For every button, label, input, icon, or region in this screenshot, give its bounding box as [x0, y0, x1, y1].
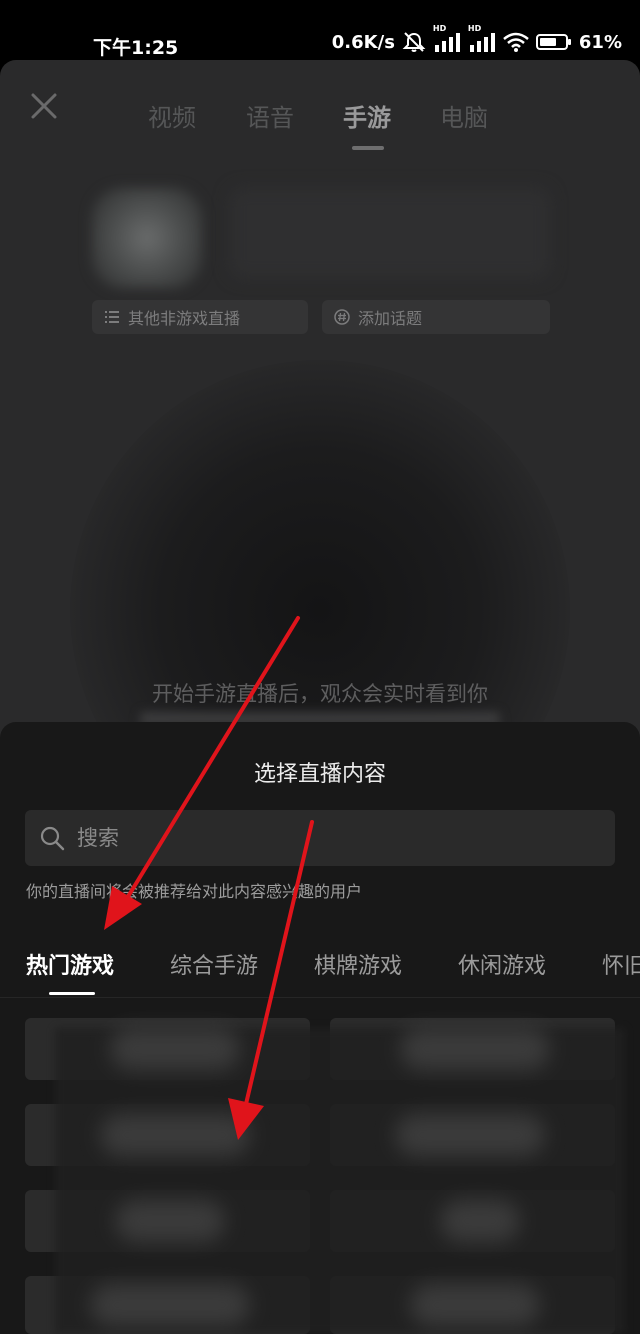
recommendation-note: 你的直播间将会被推荐给对此内容感兴趣的用户: [26, 882, 363, 901]
live-title-field[interactable]: [230, 188, 550, 278]
mute-icon: [402, 32, 426, 52]
topic-chip[interactable]: 添加话题: [322, 300, 550, 334]
tab-pc[interactable]: 电脑: [440, 98, 488, 133]
signal-icon: [469, 33, 495, 52]
cover-thumbnail[interactable]: [92, 188, 202, 288]
blurred-label: [400, 1028, 550, 1070]
blurred-label: [115, 1200, 225, 1242]
live-hint-text: 开始手游直播后，观众会实时看到你: [152, 682, 488, 706]
live-type-tabs: 视频 语音 手游 电脑: [0, 98, 640, 138]
blurred-label: [100, 1114, 250, 1156]
signal-2: HD: [468, 24, 496, 52]
tab-casual[interactable]: 休闲游戏: [458, 948, 546, 980]
search-input[interactable]: [77, 826, 577, 850]
tab-active-indicator: [352, 146, 384, 150]
network-speed: 0.6K/s: [331, 31, 395, 53]
signal-icon: [434, 33, 460, 52]
blurred-label: [395, 1114, 545, 1156]
topic-chip-label: 添加话题: [358, 309, 423, 328]
tab-voice[interactable]: 语音: [246, 98, 294, 133]
battery-icon: [535, 34, 571, 50]
blurred-label: [440, 1200, 520, 1242]
category-active-indicator: [49, 992, 95, 995]
tab-video[interactable]: 视频: [148, 98, 196, 133]
battery-level: 61%: [578, 31, 622, 53]
category-tabs: 热门游戏 综合手游 棋牌游戏 休闲游戏 怀旧: [0, 948, 640, 998]
tab-hot-games[interactable]: 热门游戏: [26, 948, 114, 980]
status-time: 下午1:25: [93, 37, 179, 59]
blurred-label: [90, 1284, 250, 1326]
search-icon: [40, 826, 65, 851]
hashtag-icon: [334, 309, 350, 325]
hd-badge-2: HD: [467, 24, 482, 33]
tab-board-card[interactable]: 棋牌游戏: [314, 948, 402, 980]
search-bar[interactable]: [25, 810, 615, 866]
sheet-title: 选择直播内容: [253, 762, 386, 787]
blurred-label: [110, 1028, 240, 1070]
tab-general-mobile[interactable]: 综合手游: [170, 948, 258, 980]
category-chip[interactable]: 其他非游戏直播: [92, 300, 308, 334]
hd-badge-1: HD: [432, 24, 447, 33]
status-bar: 下午1:25 0.6K/s HD HD 61%: [0, 0, 640, 60]
status-icons: 0.6K/s HD HD 61%: [331, 24, 622, 53]
tab-retro[interactable]: 怀旧: [602, 948, 640, 980]
signal-1: HD: [433, 24, 461, 52]
category-chip-label: 其他非游戏直播: [128, 309, 241, 328]
tab-mobile-game[interactable]: 手游: [343, 98, 391, 133]
list-icon: [105, 311, 119, 323]
wifi-icon: [503, 32, 529, 52]
blurred-label: [410, 1284, 540, 1326]
select-content-sheet: 选择直播内容 你的直播间将会被推荐给对此内容感兴趣的用户 热门游戏 综合手游 棋…: [0, 722, 640, 1334]
tabs-divider: [0, 997, 640, 998]
